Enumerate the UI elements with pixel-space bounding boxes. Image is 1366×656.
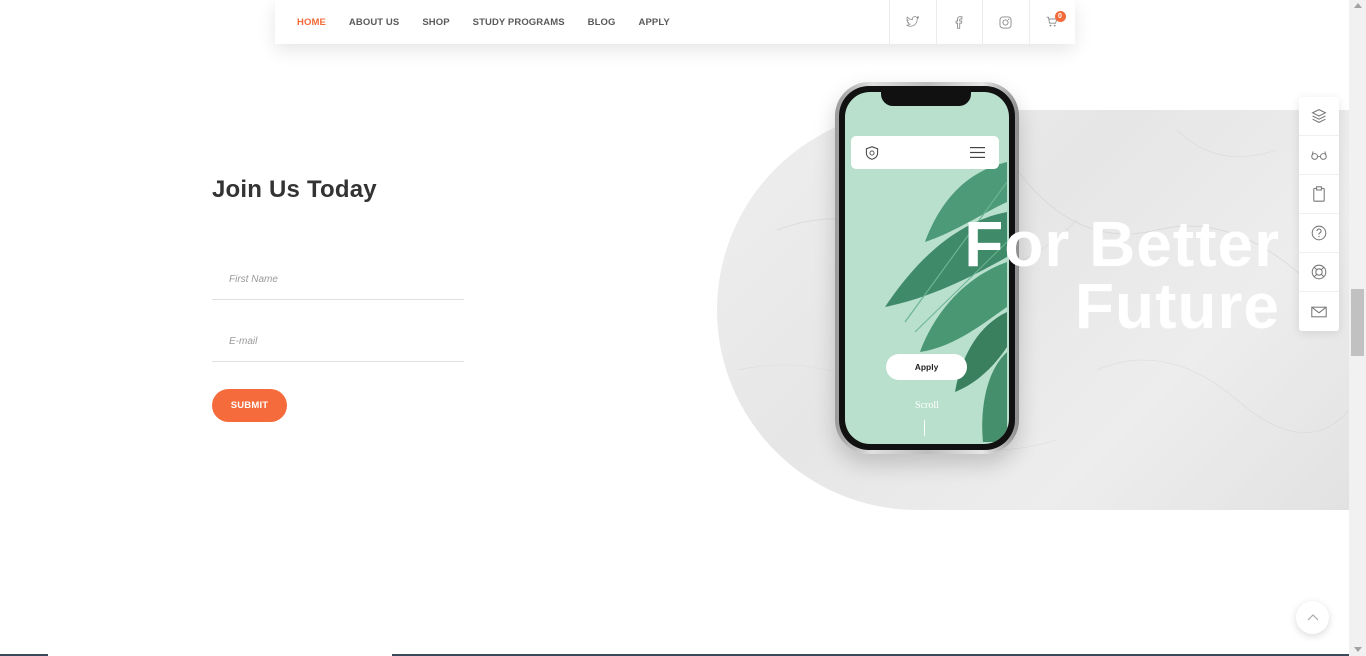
glasses-icon[interactable] [1299,136,1339,175]
twitter-icon[interactable] [889,0,936,44]
cart-count-badge: 0 [1054,11,1066,22]
submit-button[interactable]: SUBMIT [212,389,287,422]
join-title: Join Us Today [212,176,377,203]
phone-scroll-label: Scroll [915,400,939,411]
nav-home[interactable]: HOME [297,17,326,28]
scroll-down-arrow[interactable] [1354,647,1362,652]
hero-line-1: For Better [964,208,1280,280]
chevron-up-icon [1307,614,1318,621]
instagram-icon[interactable] [982,0,1029,44]
cart-icon[interactable]: 0 [1028,0,1076,44]
nav-about-us[interactable]: ABOUT US [349,17,399,28]
phone-apply-button: Apply [886,354,967,380]
layers-icon[interactable] [1299,97,1339,136]
scroll-up-arrow[interactable] [1354,3,1362,8]
shield-icon [865,145,879,160]
email-field[interactable] [212,322,464,362]
scroll-thumb[interactable] [1351,289,1364,356]
hero-line-2: Future [1074,270,1280,342]
page-scrollbar[interactable] [1349,0,1366,656]
nav-shop[interactable]: SHOP [422,17,449,28]
nav-apply[interactable]: APPLY [639,17,670,28]
help-icon[interactable] [1299,214,1339,253]
facebook-icon[interactable] [935,0,983,44]
side-toolbar [1299,97,1339,331]
hero-headline: For Better Future [964,208,1280,342]
top-navbar: HOME ABOUT US SHOP STUDY PROGRAMS BLOG A… [275,0,1075,44]
nav-blog[interactable]: BLOG [588,17,616,28]
nav-study-programs[interactable]: STUDY PROGRAMS [473,17,565,28]
mail-icon[interactable] [1299,292,1339,331]
nav-links: HOME ABOUT US SHOP STUDY PROGRAMS BLOG A… [275,0,693,44]
phone-app-bar [851,136,999,169]
back-to-top-button[interactable] [1296,601,1329,634]
lifebuoy-icon[interactable] [1299,253,1339,292]
phone-notch [881,92,971,106]
clipboard-icon[interactable] [1299,175,1339,214]
phone-scroll-arrow [924,420,925,436]
first-name-field[interactable] [212,260,464,300]
nav-social-icons: 0 [889,0,1075,44]
hamburger-menu-icon [970,147,985,158]
